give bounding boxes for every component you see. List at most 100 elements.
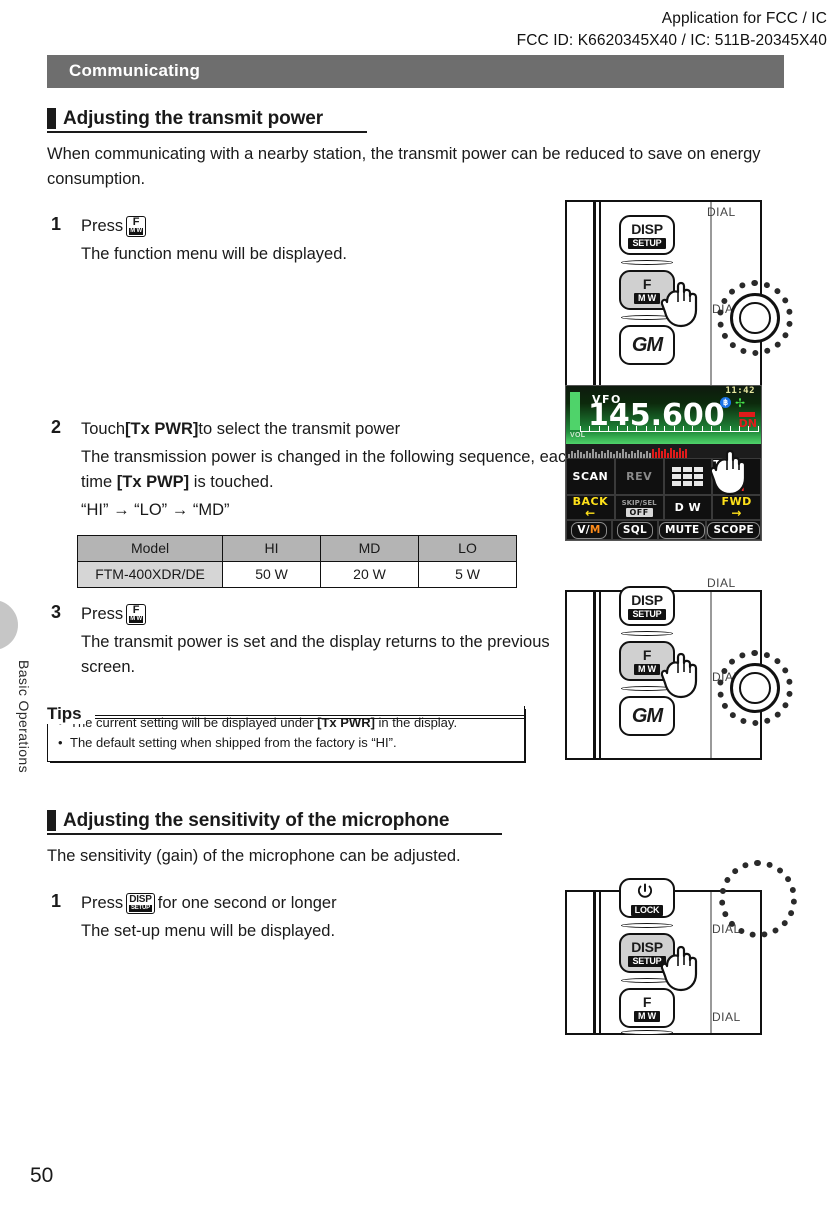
panel-separator — [621, 631, 673, 636]
lcd-key-dw[interactable]: D W — [663, 495, 713, 520]
header-application-line: Application for FCC / IC — [661, 10, 827, 27]
lcd-key-sql-label: SQL — [616, 521, 653, 539]
panel-button-top-label: DISP — [631, 591, 663, 608]
dial-knob[interactable] — [730, 663, 780, 713]
step-number: 1 — [51, 891, 62, 911]
lcd-key-scope[interactable]: SCOPE — [706, 520, 761, 540]
power-icon — [636, 882, 658, 904]
lcd-frequency-area: VOL 11:42 ฿ ✢ VFO 145.600 DN — [566, 386, 761, 444]
f-mw-key-top-label: F — [132, 604, 140, 616]
step-1-transmit-power: 1 Press F M W The function menu will be … — [47, 214, 581, 267]
table-header-md: MD — [320, 535, 420, 562]
step-description: The transmit power is set and the displa… — [81, 633, 550, 676]
lcd-key-fwd[interactable]: FWD → — [712, 495, 761, 520]
table-cell-hi: 50 W — [222, 561, 322, 588]
lcd-key-skip-sel-label: SKIP/SEL — [621, 498, 657, 507]
lcd-clock: 11:42 — [725, 386, 755, 396]
step-description: The set-up menu will be displayed. — [81, 922, 336, 940]
tips-item-prefix: The default setting when shipped from th… — [70, 735, 397, 750]
disp-key-top-label: DISP — [129, 894, 152, 905]
dial-label-bottom: DIAL — [712, 1010, 741, 1024]
right-arrow-icon: → — [731, 506, 742, 520]
page-number: 50 — [30, 1164, 54, 1187]
hand-pointer-icon — [659, 944, 703, 992]
f-mw-key-bottom-label: M W — [129, 228, 143, 235]
f-mw-key-top-label: F — [132, 216, 140, 228]
panel-button-bottom-label: M W — [634, 663, 660, 675]
lcd-key-back[interactable]: BACK ← — [566, 495, 615, 520]
section-intro-text: When communicating with a nearby station… — [47, 145, 761, 188]
step-number: 2 — [51, 417, 62, 437]
f-mw-key-bottom-label: M W — [129, 616, 143, 623]
section-title-text: Adjusting the transmit power — [63, 108, 324, 129]
panel-edge-line — [599, 202, 601, 390]
table-cell-model: FTM-400XDR/DE — [76, 561, 224, 588]
lcd-key-skip-sel[interactable]: SKIP/SEL OFF — [614, 495, 664, 520]
lcd-key-rev[interactable]: REV — [614, 458, 664, 495]
lcd-volume-label: VOL — [570, 432, 586, 439]
step-title: Press DISP SETUP for one second or longe… — [81, 891, 581, 916]
left-arrow-icon: ← — [585, 506, 596, 520]
section-heading-transmit-power: Adjusting the transmit power — [47, 108, 367, 133]
f-mw-key-icon: F M W — [126, 604, 146, 625]
lcd-key-sql[interactable]: SQL — [611, 520, 658, 540]
panel-button-bottom-label: M W — [634, 292, 660, 304]
step-title-key: [Tx PWR] — [125, 420, 199, 438]
section-marker-icon — [47, 810, 56, 831]
table-header-row: Model HI MD LO — [76, 535, 517, 562]
illustration-panel-press-f-mw-2: DIAL DIAL DISP SETUP F M W GM — [565, 576, 793, 760]
table-header-model: Model — [76, 535, 224, 562]
panel-button-disp-setup[interactable]: DISP SETUP — [619, 215, 675, 255]
panel-button-bottom-label: SETUP — [628, 237, 666, 249]
step-title-suffix: to select the transmit power — [198, 420, 401, 438]
lcd-key-vm-label: V/M — [571, 521, 607, 539]
panel-button-top-label: DISP — [631, 220, 663, 237]
table-row: FTM-400XDR/DE 50 W 20 W 5 W — [76, 561, 517, 588]
lcd-key-mute-label: MUTE — [658, 521, 706, 539]
panel-button-top-label: F — [642, 275, 652, 292]
lcd-key-keypad[interactable] — [663, 458, 713, 495]
sidebar-tab-label: Basic Operations — [16, 660, 32, 774]
panel-button-gm[interactable]: GM — [619, 325, 675, 365]
dial-label-top: DIAL — [707, 576, 736, 590]
panel-button-f-mw[interactable]: F M W — [619, 988, 675, 1028]
panel-separator — [621, 260, 673, 265]
keypad-icon — [672, 467, 704, 486]
lcd-key-skip-sel-value: OFF — [625, 507, 653, 517]
dial-knob[interactable] — [730, 293, 780, 343]
step-number: 1 — [51, 214, 62, 234]
section-intro-text: The sensitivity (gain) of the microphone… — [47, 847, 461, 865]
step-desc-part-b: is touched. — [189, 473, 274, 491]
panel-button-bottom-label: LOCK — [630, 904, 664, 916]
step-title: Touch [Tx PWR] to select the transmit po… — [81, 417, 581, 442]
step-title-text: Press — [81, 894, 124, 912]
section-marker-icon — [47, 108, 56, 129]
step-description: The transmission power is changed in the… — [81, 445, 581, 495]
panel-button-gm[interactable]: GM — [619, 696, 675, 736]
lcd-scale-line — [580, 431, 759, 432]
lcd-signal-bar — [570, 392, 580, 430]
f-mw-key-icon: F M W — [126, 216, 146, 237]
lcd-key-vm[interactable]: V/M — [566, 520, 612, 540]
lcd-scale-ticks — [580, 426, 759, 431]
lcd-key-mute[interactable]: MUTE — [657, 520, 707, 540]
power-sequence-text: “HI” → “LO” → “MD” — [81, 501, 230, 519]
tips-block: Tips The current setting will be display… — [47, 704, 525, 762]
panel-button-top-label: DISP — [631, 938, 663, 955]
panel-button-top-label: F — [642, 993, 652, 1010]
disp-setup-key-icon: DISP SETUP — [126, 893, 155, 914]
section-heading-microphone-sensitivity: Adjusting the sensitivity of the microph… — [47, 810, 502, 835]
lcd-key-scan[interactable]: SCAN — [566, 458, 615, 495]
step-title-suffix: for one second or longer — [157, 894, 337, 912]
panel-button-power-lock[interactable]: LOCK — [619, 878, 675, 918]
panel-edge-line — [710, 202, 712, 390]
panel-button-top-label: F — [642, 646, 652, 663]
step-description: The function menu will be displayed. — [81, 245, 347, 263]
panel-button-bottom-label: SETUP — [628, 608, 666, 620]
lcd-key-row-3: V/M SQL MUTE SCOPE — [566, 520, 761, 540]
panel-separator — [621, 923, 673, 928]
panel-button-disp-setup[interactable]: DISP SETUP — [619, 586, 675, 626]
header-fccid-line: FCC ID: K6620345X40 / IC: 511B-20345X40 — [516, 32, 827, 49]
panel-edge-line — [599, 892, 601, 1033]
panel-separator — [621, 1030, 673, 1035]
